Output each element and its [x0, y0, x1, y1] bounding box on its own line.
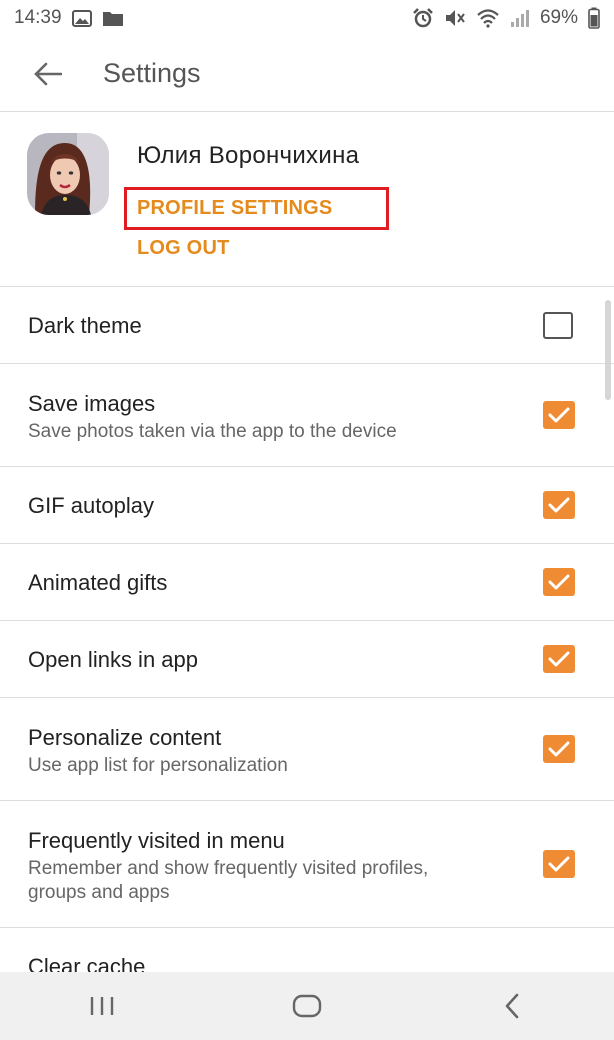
- alarm-icon: [412, 8, 434, 28]
- setting-title: Personalize content: [28, 725, 222, 750]
- setting-frequently-visited[interactable]: Frequently visited in menu Remember and …: [0, 801, 614, 928]
- highlight-box: [124, 187, 389, 230]
- home-icon: [292, 994, 322, 1018]
- setting-subtitle: Use app list for personalization: [28, 755, 288, 776]
- gif-autoplay-checkbox[interactable]: [543, 491, 575, 519]
- setting-subtitle: Save photos taken via the app to the dev…: [28, 421, 397, 442]
- back-button[interactable]: [20, 46, 76, 102]
- setting-personalize-content[interactable]: Personalize content Use app list for per…: [0, 698, 614, 801]
- setting-title: Frequently visited in menu: [28, 828, 285, 853]
- setting-title: Dark theme: [28, 313, 142, 338]
- frequently-visited-checkbox[interactable]: [543, 850, 575, 878]
- status-time: 14:39: [14, 7, 62, 28]
- animated-gifts-checkbox[interactable]: [543, 568, 575, 596]
- home-button[interactable]: [267, 978, 347, 1034]
- setting-gif-autoplay[interactable]: GIF autoplay: [0, 467, 614, 544]
- setting-title: Save images: [28, 391, 156, 416]
- profile-section: Юлия Ворончихина PROFILE SETTINGS LOG OU…: [0, 112, 614, 287]
- battery-percent: 69%: [539, 7, 578, 28]
- check-icon: [548, 741, 570, 757]
- logout-link[interactable]: LOG OUT: [137, 237, 230, 260]
- mute-icon: [444, 8, 466, 28]
- system-back-button[interactable]: [472, 978, 552, 1034]
- battery-icon: [588, 7, 600, 29]
- profile-name: Юлия Ворончихина: [137, 142, 360, 169]
- wifi-icon: [476, 8, 500, 28]
- personalize-content-checkbox[interactable]: [543, 735, 575, 763]
- status-bar: 14:39 69%: [0, 0, 614, 36]
- app-bar: Settings: [0, 36, 614, 112]
- check-icon: [548, 574, 570, 590]
- page-title: Settings: [103, 58, 201, 88]
- check-icon: [548, 856, 570, 872]
- recent-apps-icon: [91, 997, 114, 1015]
- check-icon: [548, 651, 570, 667]
- open-links-checkbox[interactable]: [543, 645, 575, 673]
- signal-icon: [510, 8, 530, 28]
- dark-theme-checkbox[interactable]: [543, 312, 573, 339]
- setting-dark-theme[interactable]: Dark theme: [0, 287, 614, 364]
- setting-animated-gifts[interactable]: Animated gifts: [0, 544, 614, 621]
- back-icon: [505, 993, 518, 1019]
- scrollbar[interactable]: [605, 300, 611, 400]
- folder-icon: [102, 10, 124, 27]
- check-icon: [548, 497, 570, 513]
- setting-subtitle: Remember and show frequently visited pro…: [28, 858, 429, 903]
- settings-list: Dark theme Save images Save photos taken…: [0, 287, 614, 988]
- avatar[interactable]: [27, 133, 109, 215]
- screen: 14:39 69% Settings Юлия Ворончихина PROF…: [0, 0, 614, 1040]
- setting-open-links[interactable]: Open links in app: [0, 621, 614, 698]
- check-icon: [548, 407, 570, 423]
- setting-title: Animated gifts: [28, 570, 168, 595]
- setting-title: GIF autoplay: [28, 493, 154, 518]
- image-icon: [71, 9, 92, 27]
- recent-apps-button[interactable]: [62, 978, 142, 1034]
- setting-save-images[interactable]: Save images Save photos taken via the ap…: [0, 364, 614, 467]
- nav-bar: [0, 972, 614, 1040]
- arrow-left-icon: [34, 62, 62, 85]
- save-images-checkbox[interactable]: [543, 401, 575, 429]
- setting-title: Open links in app: [28, 647, 198, 672]
